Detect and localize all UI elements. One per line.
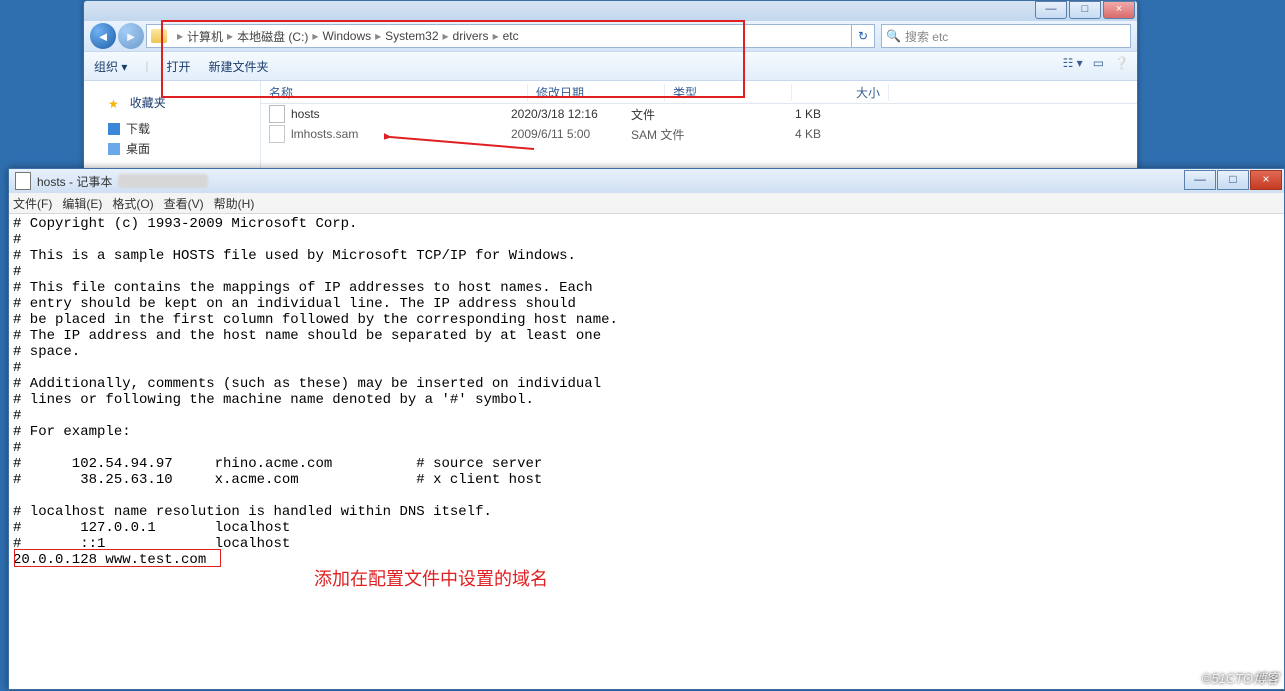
breadcrumb-item[interactable]: 计算机 xyxy=(187,28,223,45)
breadcrumb-item[interactable]: Windows xyxy=(322,29,371,43)
star-icon: ★ xyxy=(108,97,119,111)
nav-downloads[interactable]: 下载 xyxy=(108,120,252,137)
notepad-icon xyxy=(15,172,31,190)
folder-icon xyxy=(151,29,167,43)
breadcrumb-item[interactable]: etc xyxy=(503,29,519,43)
breadcrumb-item[interactable]: System32 xyxy=(385,29,438,43)
menu-file[interactable]: 文件(F) xyxy=(13,195,52,212)
notepad-window-buttons: — □ × xyxy=(1183,170,1282,190)
explorer-window: — □ × ◄ ► ▸ 计算机▸ 本地磁盘 (C:)▸ Windows▸ Sys… xyxy=(83,0,1138,172)
notepad-window: hosts - 记事本 — □ × 文件(F) 编辑(E) 格式(O) 查看(V… xyxy=(8,168,1285,690)
window-title: hosts - 记事本 xyxy=(37,173,112,190)
back-button[interactable]: ◄ xyxy=(90,23,116,49)
menu-view[interactable]: 查看(V) xyxy=(164,195,204,212)
nav-pane: ★收藏夹 下载 桌面 xyxy=(84,81,261,172)
new-folder-button[interactable]: 新建文件夹 xyxy=(209,58,269,75)
breadcrumb[interactable]: ▸ 计算机▸ 本地磁盘 (C:)▸ Windows▸ System32▸ dri… xyxy=(146,24,852,48)
close-button[interactable]: × xyxy=(1103,1,1135,19)
breadcrumb-item[interactable]: drivers xyxy=(453,29,489,43)
file-icon xyxy=(269,125,285,143)
menu-format[interactable]: 格式(O) xyxy=(112,195,153,212)
forward-button[interactable]: ► xyxy=(118,23,144,49)
download-icon xyxy=(108,123,120,135)
explorer-body: ★收藏夹 下载 桌面 名称 修改日期 类型 大小 hosts 2020/3/18… xyxy=(84,81,1137,172)
help-button[interactable]: ❔ xyxy=(1114,56,1129,70)
open-button[interactable]: 打开 xyxy=(166,58,190,75)
explorer-navbar: ◄ ► ▸ 计算机▸ 本地磁盘 (C:)▸ Windows▸ System32▸… xyxy=(84,21,1137,51)
search-icon: 🔍 xyxy=(886,29,901,43)
file-icon xyxy=(269,105,285,123)
notepad-titlebar[interactable]: hosts - 记事本 — □ × xyxy=(9,169,1284,193)
explorer-window-buttons: — □ × xyxy=(1033,1,1135,19)
minimize-button[interactable]: — xyxy=(1184,170,1216,190)
column-headers[interactable]: 名称 修改日期 类型 大小 xyxy=(261,81,1137,104)
col-name[interactable]: 名称 xyxy=(261,84,528,101)
notepad-text-area[interactable]: # Copyright (c) 1993-2009 Microsoft Corp… xyxy=(9,214,1284,691)
menu-help[interactable]: 帮助(H) xyxy=(214,195,255,212)
organize-button[interactable]: 组织 ▾ xyxy=(94,58,127,75)
nav-desktop[interactable]: 桌面 xyxy=(108,140,252,157)
preview-button[interactable]: ▭ xyxy=(1093,56,1104,70)
chevron-right-icon: ▸ xyxy=(177,29,183,43)
col-date[interactable]: 修改日期 xyxy=(528,84,665,101)
search-input[interactable]: 🔍 搜索 etc xyxy=(881,24,1131,48)
notepad-menubar: 文件(F) 编辑(E) 格式(O) 查看(V) 帮助(H) xyxy=(9,193,1284,214)
file-row[interactable]: lmhosts.sam 2009/6/11 5:00 SAM 文件 4 KB xyxy=(261,124,1137,144)
blurred-region xyxy=(118,174,208,188)
annotation-text: 添加在配置文件中设置的域名 xyxy=(314,565,548,591)
view-button[interactable]: ☷ ▾ xyxy=(1063,56,1083,70)
minimize-button[interactable]: — xyxy=(1035,1,1067,19)
desktop-icon xyxy=(108,143,120,155)
favorites-group[interactable]: ★收藏夹 xyxy=(108,90,252,117)
maximize-button[interactable]: □ xyxy=(1069,1,1101,19)
search-placeholder: 搜索 etc xyxy=(905,28,948,45)
file-row[interactable]: hosts 2020/3/18 12:16 文件 1 KB xyxy=(261,104,1137,124)
explorer-toolbar: 组织 ▾ | 打开 新建文件夹 ☷ ▾ ▭ ❔ xyxy=(84,51,1137,81)
menu-edit[interactable]: 编辑(E) xyxy=(62,195,102,212)
col-type[interactable]: 类型 xyxy=(665,84,792,101)
close-button[interactable]: × xyxy=(1250,170,1282,190)
explorer-titlebar[interactable]: — □ × xyxy=(84,1,1137,21)
file-list: 名称 修改日期 类型 大小 hosts 2020/3/18 12:16 文件 1… xyxy=(261,81,1137,172)
col-size[interactable]: 大小 xyxy=(792,84,889,101)
watermark: ©51CTO博客 xyxy=(1202,668,1279,687)
breadcrumb-item[interactable]: 本地磁盘 (C:) xyxy=(237,28,308,45)
maximize-button[interactable]: □ xyxy=(1217,170,1249,190)
refresh-button[interactable]: ↻ xyxy=(852,24,875,48)
